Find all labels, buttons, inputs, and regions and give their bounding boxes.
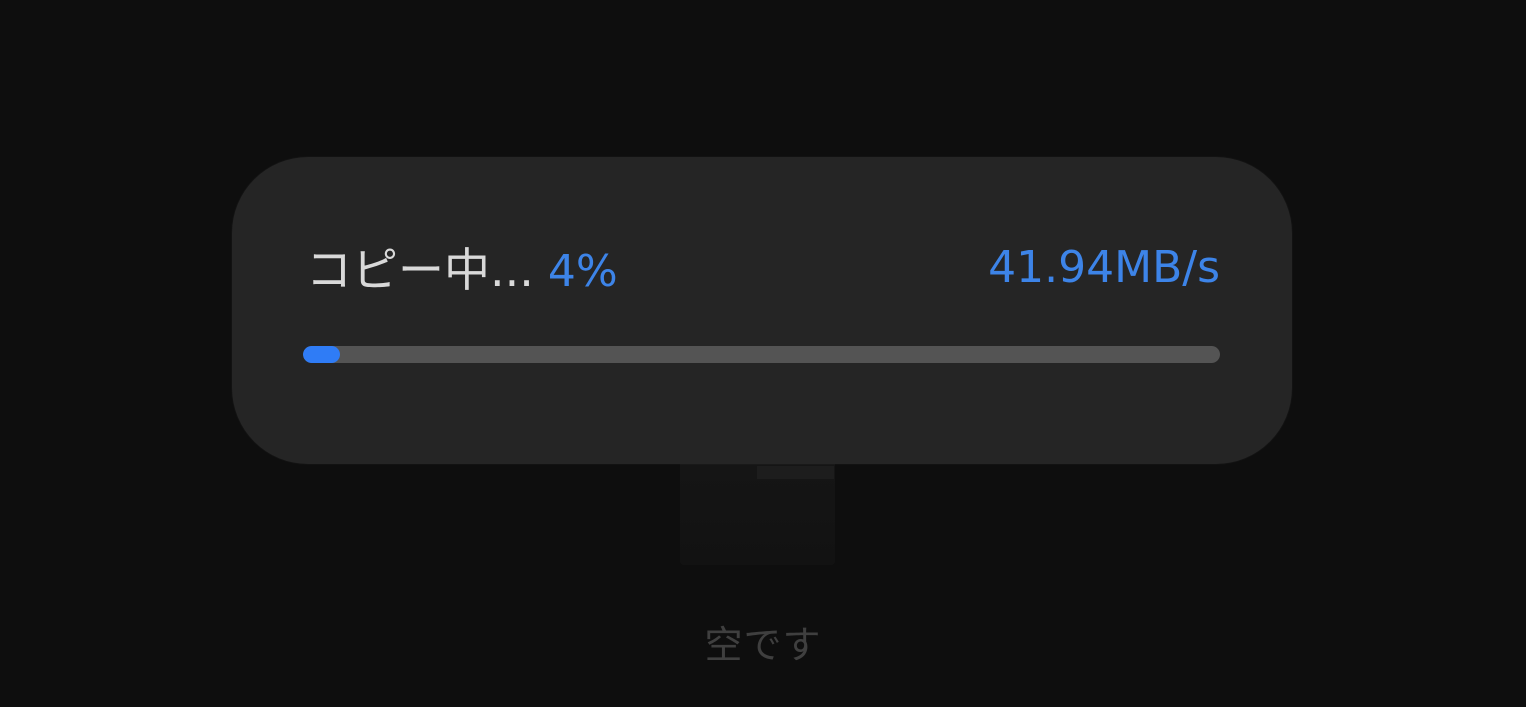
copy-status-label: コピー中... (306, 243, 534, 297)
screen: 空です コピー中... 4% 41.94MB/s (0, 0, 1526, 707)
progress-bar-fill (303, 346, 340, 363)
status-left: コピー中... 4% (306, 234, 618, 300)
folder-tab-decoration (757, 466, 834, 479)
progress-bar-track (303, 346, 1220, 363)
status-row: コピー中... 4% 41.94MB/s (306, 239, 1220, 298)
copy-progress-popup: コピー中... 4% 41.94MB/s (232, 157, 1292, 464)
empty-state-message: 空です (704, 623, 822, 667)
copy-percent: 4% (547, 246, 618, 297)
transfer-speed: 41.94MB/s (988, 241, 1220, 293)
